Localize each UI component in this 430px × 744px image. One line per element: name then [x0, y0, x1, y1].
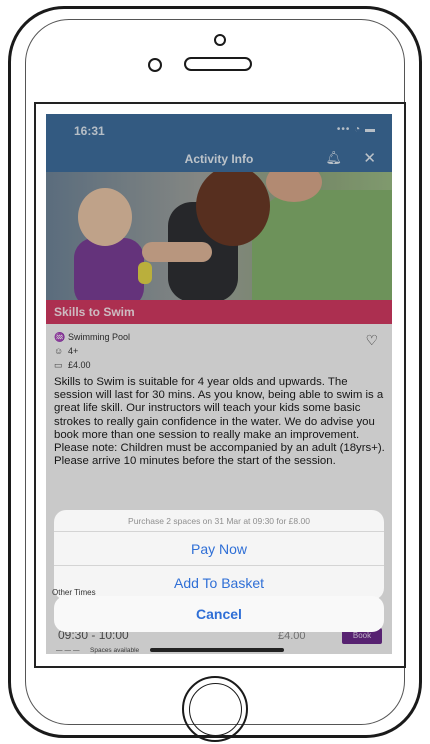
cancel-button[interactable]: Cancel: [54, 596, 384, 632]
home-button[interactable]: [182, 676, 248, 742]
camera-icon: [214, 34, 226, 46]
home-indicator[interactable]: [150, 648, 284, 652]
pay-now-button[interactable]: Pay Now: [54, 532, 384, 566]
add-to-basket-button[interactable]: Add To Basket: [54, 566, 384, 600]
purchase-summary: Purchase 2 spaces on 31 Mar at 09:30 for…: [54, 510, 384, 532]
sensor-icon: [148, 58, 162, 72]
app-screen: 16:31 ••• ◔ ▬ Activity Info 🔔︎ ✕ Skills …: [46, 114, 392, 654]
action-sheet: Purchase 2 spaces on 31 Mar at 09:30 for…: [54, 510, 384, 600]
speaker-grille: [184, 57, 252, 71]
